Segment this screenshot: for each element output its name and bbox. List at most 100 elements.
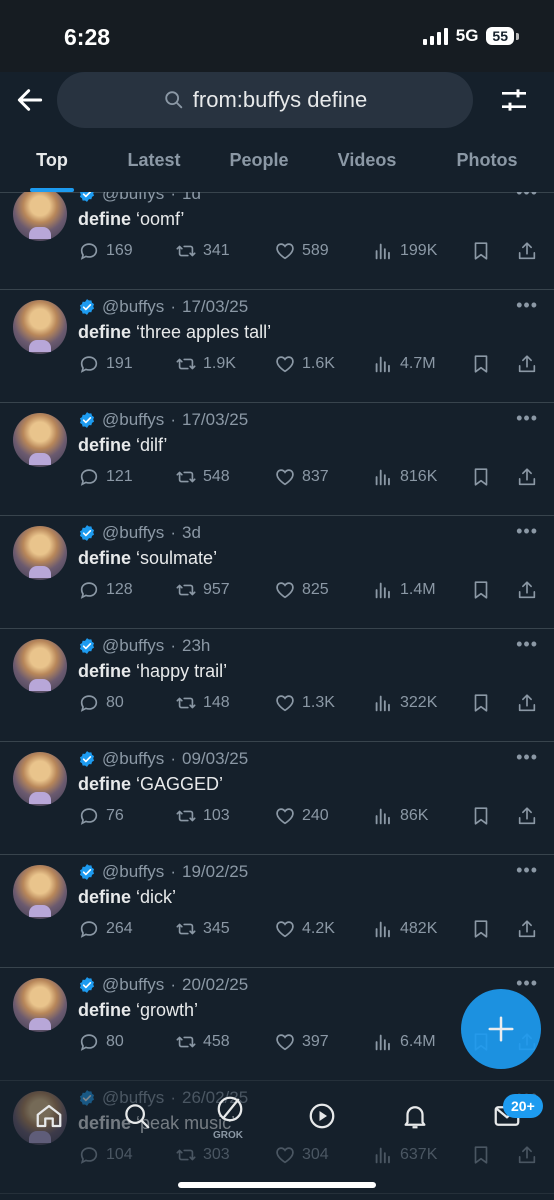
retweet-button[interactable]: 458 bbox=[175, 1031, 230, 1053]
like-button[interactable]: 240 bbox=[274, 805, 329, 827]
tweet-handle[interactable]: @buffys bbox=[102, 975, 164, 995]
tweet[interactable]: @buffys · 19/02/25 ••• define ‘dick’ 264… bbox=[0, 854, 554, 968]
reply-button[interactable]: 264 bbox=[78, 918, 133, 940]
more-options-icon[interactable]: ••• bbox=[516, 192, 538, 203]
video-play-icon[interactable] bbox=[307, 1101, 337, 1131]
reply-button[interactable]: 169 bbox=[78, 240, 133, 262]
tweet[interactable]: @buffys · 3d ••• define ‘soulmate’ 128 9… bbox=[0, 515, 554, 629]
retweet-button[interactable]: 1.9K bbox=[175, 353, 236, 375]
reply-button[interactable]: 191 bbox=[78, 353, 133, 375]
back-arrow-icon[interactable] bbox=[14, 84, 46, 116]
more-options-icon[interactable]: ••• bbox=[516, 634, 538, 655]
share-button[interactable] bbox=[516, 692, 538, 714]
avatar[interactable] bbox=[13, 526, 67, 580]
search-query: from:buffys define bbox=[192, 87, 368, 112]
like-button[interactable]: 4.2K bbox=[274, 918, 335, 940]
bookmark-button[interactable] bbox=[470, 353, 492, 375]
retweet-button[interactable]: 345 bbox=[175, 918, 230, 940]
avatar[interactable] bbox=[13, 752, 67, 806]
views-button[interactable]: 816K bbox=[372, 466, 437, 488]
avatar[interactable] bbox=[13, 865, 67, 919]
like-button[interactable]: 589 bbox=[274, 240, 329, 262]
tab-people[interactable]: People bbox=[204, 134, 314, 192]
more-options-icon[interactable]: ••• bbox=[516, 521, 538, 542]
retweet-button[interactable]: 103 bbox=[175, 805, 230, 827]
view-count: 199K bbox=[400, 242, 438, 259]
like-button[interactable]: 397 bbox=[274, 1031, 329, 1053]
views-button[interactable]: 1.4M bbox=[372, 579, 436, 601]
bookmark-button[interactable] bbox=[470, 579, 492, 601]
avatar[interactable] bbox=[13, 192, 67, 241]
share-button[interactable] bbox=[516, 240, 538, 262]
share-button[interactable] bbox=[516, 353, 538, 375]
views-button[interactable]: 482K bbox=[372, 918, 437, 940]
tweet-keyword: define bbox=[78, 209, 132, 229]
more-options-icon[interactable]: ••• bbox=[516, 860, 538, 881]
reply-button[interactable]: 76 bbox=[78, 805, 124, 827]
search-settings-icon[interactable] bbox=[498, 84, 530, 116]
dot-separator: · bbox=[170, 749, 176, 768]
bookmark-button[interactable] bbox=[470, 805, 492, 827]
avatar[interactable] bbox=[13, 413, 67, 467]
reply-button[interactable]: 80 bbox=[78, 1031, 124, 1053]
tweet-handle[interactable]: @buffys bbox=[102, 192, 164, 204]
like-button[interactable]: 1.6K bbox=[274, 353, 335, 375]
tweet-meta: @buffys · 1d bbox=[78, 192, 201, 204]
share-button[interactable] bbox=[516, 805, 538, 827]
views-button[interactable]: 6.4M bbox=[372, 1031, 436, 1053]
share-button[interactable] bbox=[516, 579, 538, 601]
tweet[interactable]: @buffys · 09/03/25 ••• define ‘GAGGED’ 7… bbox=[0, 741, 554, 855]
reply-button[interactable]: 80 bbox=[78, 692, 124, 714]
avatar[interactable] bbox=[13, 639, 67, 693]
like-button[interactable]: 1.3K bbox=[274, 692, 335, 714]
more-options-icon[interactable]: ••• bbox=[516, 408, 538, 429]
compose-button[interactable] bbox=[461, 989, 541, 1069]
home-icon[interactable] bbox=[34, 1101, 64, 1131]
retweet-button[interactable]: 341 bbox=[175, 240, 230, 262]
tab-latest[interactable]: Latest bbox=[104, 134, 204, 192]
more-options-icon[interactable]: ••• bbox=[516, 747, 538, 768]
tweet-handle[interactable]: @buffys bbox=[102, 636, 164, 656]
reply-button[interactable]: 121 bbox=[78, 466, 133, 488]
like-count: 4.2K bbox=[302, 920, 335, 937]
views-button[interactable]: 86K bbox=[372, 805, 428, 827]
tweet-meta: @buffys · 17/03/25 bbox=[78, 410, 248, 430]
avatar[interactable] bbox=[13, 300, 67, 354]
bookmark-button[interactable] bbox=[470, 240, 492, 262]
tweet-handle[interactable]: @buffys bbox=[102, 410, 164, 430]
tweet[interactable]: @buffys · 17/03/25 ••• define ‘three app… bbox=[0, 289, 554, 403]
like-count: 589 bbox=[302, 242, 329, 259]
views-button[interactable]: 4.7M bbox=[372, 353, 436, 375]
tweet-handle[interactable]: @buffys bbox=[102, 297, 164, 317]
reply-button[interactable]: 128 bbox=[78, 579, 133, 601]
explore-search-icon[interactable] bbox=[122, 1101, 152, 1131]
search-input[interactable]: from:buffys define bbox=[57, 72, 473, 128]
tweet-handle[interactable]: @buffys bbox=[102, 523, 164, 543]
tab-photos[interactable]: Photos bbox=[420, 134, 554, 192]
tab-top[interactable]: Top bbox=[0, 134, 104, 192]
bookmark-button[interactable] bbox=[470, 918, 492, 940]
tweet[interactable]: @buffys · 1d ••• define ‘oomf’ 169 341 5… bbox=[0, 192, 554, 290]
tweet[interactable]: @buffys · 17/03/25 ••• define ‘dilf’ 121… bbox=[0, 402, 554, 516]
more-options-icon[interactable]: ••• bbox=[516, 295, 538, 316]
more-options-icon[interactable]: ••• bbox=[516, 973, 538, 994]
notifications-bell-icon[interactable] bbox=[400, 1101, 430, 1131]
tweet-handle[interactable]: @buffys bbox=[102, 749, 164, 769]
share-button[interactable] bbox=[516, 918, 538, 940]
retweet-button[interactable]: 148 bbox=[175, 692, 230, 714]
views-button[interactable]: 199K bbox=[372, 240, 437, 262]
tweet[interactable]: @buffys · 23h ••• define ‘happy trail’ 8… bbox=[0, 628, 554, 742]
grok-icon[interactable] bbox=[215, 1094, 245, 1124]
bookmark-button[interactable] bbox=[470, 692, 492, 714]
like-button[interactable]: 825 bbox=[274, 579, 329, 601]
retweet-button[interactable]: 548 bbox=[175, 466, 230, 488]
avatar[interactable] bbox=[13, 978, 67, 1032]
tweet-handle[interactable]: @buffys bbox=[102, 862, 164, 882]
bookmark-button[interactable] bbox=[470, 466, 492, 488]
retweet-button[interactable]: 957 bbox=[175, 579, 230, 601]
tab-videos[interactable]: Videos bbox=[314, 134, 420, 192]
share-button[interactable] bbox=[516, 466, 538, 488]
like-button[interactable]: 837 bbox=[274, 466, 329, 488]
views-button[interactable]: 322K bbox=[372, 692, 437, 714]
tweet-actions: 128 957 825 1.4M bbox=[78, 579, 540, 605]
